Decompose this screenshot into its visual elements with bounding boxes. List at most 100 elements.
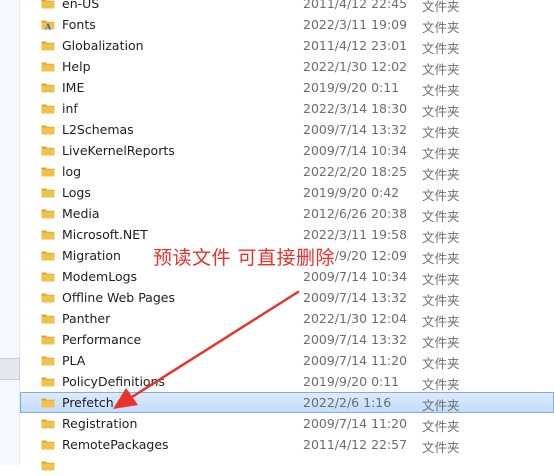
file-name: Globalization [62, 38, 144, 53]
file-date-modified: 2019/9/20 0:42 [303, 185, 400, 200]
file-type: 文件夹 [422, 293, 460, 308]
folder-icon [41, 62, 55, 72]
file-row[interactable]: Prefetch 2022/2/6 1:16 文件夹 [20, 392, 554, 413]
file-name: L2Schemas [62, 122, 134, 137]
folder-icon [41, 125, 55, 135]
file-name: Media [62, 206, 100, 221]
folder-icon [41, 167, 55, 177]
navigation-pane-scroll-handle[interactable] [0, 358, 20, 380]
folder-icon [41, 419, 55, 429]
file-row[interactable]: log 2022/2/20 18:25 文件夹 [20, 161, 554, 182]
file-date-modified: 2022/3/11 19:58 [303, 227, 408, 242]
folder-icon [41, 293, 55, 303]
file-name: Performance [62, 332, 142, 347]
file-row[interactable]: RemotePackages 2011/4/12 22:57 文件夹 [20, 434, 554, 455]
file-row[interactable]: IME 2019/9/20 0:11 文件夹 [20, 77, 554, 98]
file-type: 文件夹 [422, 272, 460, 287]
file-date-modified: 2009/7/14 13:32 [303, 122, 408, 137]
file-row[interactable]: en-US 2011/4/12 22:45 文件夹 [20, 0, 554, 14]
file-row[interactable]: Help 2022/1/30 12:02 文件夹 [20, 56, 554, 77]
file-date-modified: 2009/7/14 11:20 [303, 353, 408, 368]
file-name: PLA [62, 353, 86, 368]
folder-icon [41, 230, 55, 240]
file-row[interactable]: LiveKernelReports 2009/7/14 10:34 文件夹 [20, 140, 554, 161]
file-type: 文件夹 [422, 230, 460, 245]
file-date-modified: 2022/2/6 1:16 [303, 395, 392, 410]
folder-icon [41, 440, 55, 450]
file-type: 文件夹 [422, 209, 460, 224]
file-type: 文件夹 [422, 356, 460, 371]
fonts-folder-icon: A [41, 20, 55, 30]
file-name: en-US [62, 0, 100, 11]
folder-icon [41, 335, 55, 345]
folder-icon [41, 314, 55, 324]
folder-icon [41, 272, 55, 282]
file-date-modified: 2009/7/14 10:34 [303, 143, 408, 158]
file-date-modified: 2019/9/20 0:11 [303, 80, 400, 95]
folder-icon [41, 251, 55, 261]
file-name: IME [62, 80, 85, 95]
file-name: PolicyDefinitions [62, 374, 165, 389]
file-row[interactable]: L2Schemas 2009/7/14 13:32 文件夹 [20, 119, 554, 140]
file-list: en-US 2011/4/12 22:45 文件夹 A Fonts 2022/3/11 1… [20, 0, 554, 471]
folder-icon [41, 209, 55, 219]
file-date-modified: 2022/2/20 18:25 [303, 164, 408, 179]
file-date-modified: 2009/7/14 13:32 [303, 332, 408, 347]
file-type: 文件夹 [422, 251, 460, 266]
file-name: RemotePackages [62, 437, 169, 452]
file-name: Panther [62, 311, 111, 326]
file-row[interactable]: Globalization 2011/4/12 23:01 文件夹 [20, 35, 554, 56]
file-type: 文件夹 [422, 20, 460, 35]
file-date-modified: 2012/6/26 20:38 [303, 206, 408, 221]
file-type: 文件夹 [422, 41, 460, 56]
file-date-modified: 2019/9/20 0:11 [303, 374, 400, 389]
file-date-modified: 2022/3/14 18:30 [303, 101, 408, 116]
file-date-modified: 2022/3/11 19:09 [303, 17, 408, 32]
file-date-modified: 2011/4/12 22:57 [303, 437, 408, 452]
file-row[interactable]: A Fonts 2022/3/11 19:09 文件夹 [20, 14, 554, 35]
folder-icon [41, 461, 55, 471]
folder-icon [41, 377, 55, 387]
file-row[interactable]: Media 2012/6/26 20:38 文件夹 [20, 203, 554, 224]
annotation-text: 预读文件 可直接删除 [153, 243, 336, 270]
folder-icon [41, 0, 55, 9]
file-row[interactable]: PolicyDefinitions 2019/9/20 0:11 文件夹 [20, 371, 554, 392]
file-date-modified: 2009/7/14 13:32 [303, 290, 408, 305]
file-row[interactable]: Performance 2009/7/14 13:32 文件夹 [20, 329, 554, 350]
file-row[interactable]: inf 2022/3/14 18:30 文件夹 [20, 98, 554, 119]
folder-icon [41, 83, 55, 93]
file-name: Help [62, 59, 91, 74]
file-row[interactable]: PLA 2009/7/14 11:20 文件夹 [20, 350, 554, 371]
file-name: Offline Web Pages [62, 290, 175, 305]
file-type: 文件夹 [422, 188, 460, 203]
file-date-modified: 2011/4/12 22:45 [303, 0, 408, 11]
file-row[interactable]: Microsoft.NET 2022/3/11 19:58 文件夹 [20, 224, 554, 245]
navigation-pane[interactable] [0, 0, 20, 465]
file-type: 文件夹 [422, 0, 460, 14]
file-name: Fonts [62, 17, 96, 32]
file-date-modified: 2009/7/14 11:20 [303, 416, 408, 431]
file-row[interactable]: Registration 2009/7/14 11:20 文件夹 [20, 413, 554, 434]
file-row[interactable]: Logs 2019/9/20 0:42 文件夹 [20, 182, 554, 203]
folder-icon [41, 188, 55, 198]
file-type: 文件夹 [422, 440, 460, 455]
file-type: 文件夹 [422, 125, 460, 140]
folder-icon [41, 41, 55, 51]
file-row[interactable]: Offline Web Pages 2009/7/14 13:32 文件夹 [20, 287, 554, 308]
file-type: 文件夹 [422, 377, 460, 392]
file-row[interactable]: Panther 2022/1/30 12:04 文件夹 [20, 308, 554, 329]
folder-icon [41, 398, 55, 408]
file-name: Registration [62, 416, 138, 431]
file-name: inf [62, 101, 78, 116]
file-row[interactable] [20, 455, 554, 476]
file-name: Logs [62, 185, 91, 200]
file-date-modified: 2022/1/30 12:04 [303, 311, 408, 326]
file-type: 文件夹 [422, 62, 460, 77]
file-name: Migration [62, 248, 121, 263]
file-name: LiveKernelReports [62, 143, 175, 158]
file-type: 文件夹 [422, 146, 460, 161]
file-name: log [62, 164, 82, 179]
file-date-modified: 2022/1/30 12:02 [303, 59, 408, 74]
file-name: ModemLogs [62, 269, 138, 284]
file-date-modified: 2009/7/14 10:34 [303, 269, 408, 284]
